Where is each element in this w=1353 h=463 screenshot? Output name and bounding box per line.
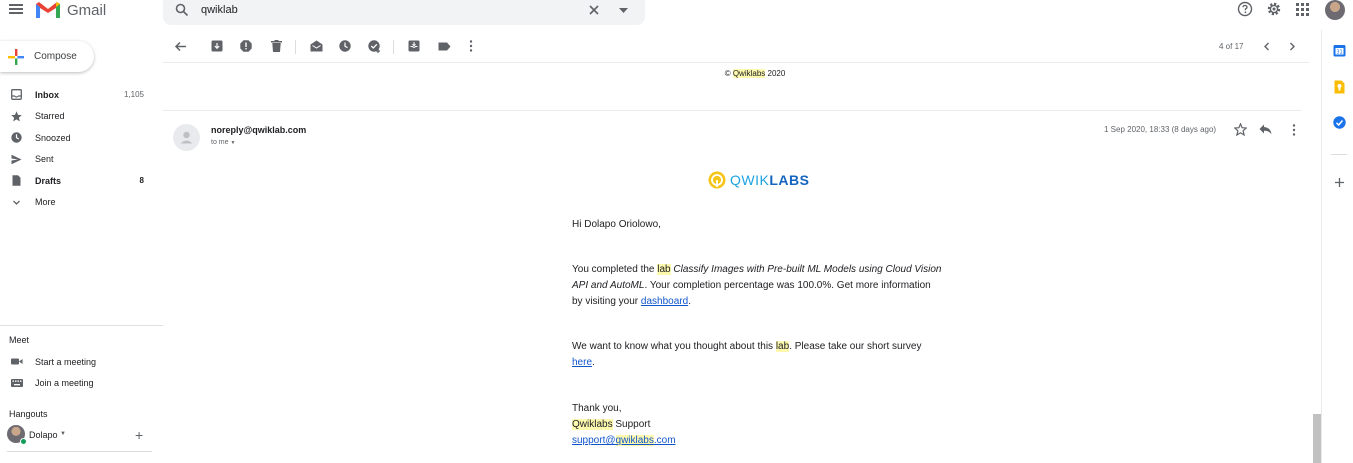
calendar-icon[interactable]: 31: [1333, 44, 1346, 57]
nav-item-starred[interactable]: Starred: [0, 106, 152, 128]
reply-icon[interactable]: [1259, 124, 1272, 135]
nav-count: 1,105: [123, 90, 144, 100]
star-icon: [11, 110, 22, 121]
greeting: Hi Dolapo Oriolowo,: [572, 219, 661, 230]
message-more-icon[interactable]: [1292, 124, 1296, 136]
nav-label: Sent: [35, 154, 54, 165]
newer-chevron-icon[interactable]: [1263, 42, 1270, 51]
clear-search-icon[interactable]: [587, 3, 601, 17]
signature: Qwiklabs Support: [572, 419, 651, 430]
archive-icon[interactable]: [211, 40, 223, 52]
nav-item-drafts[interactable]: Drafts 8: [0, 170, 152, 192]
sender-email[interactable]: noreply@qwiklab.com: [211, 125, 306, 135]
hangouts-status-caret-icon[interactable]: ▼: [60, 431, 66, 437]
toolbar-divider: [295, 40, 296, 54]
move-to-icon[interactable]: [408, 40, 420, 52]
hangouts-user-name[interactable]: Dolapo: [29, 430, 58, 440]
sender-avatar[interactable]: [173, 124, 200, 151]
nav-item-sent[interactable]: Sent: [0, 149, 152, 171]
app-name: Gmail: [67, 1, 107, 19]
completion-paragraph: You completed the lab Classify Images wi…: [572, 264, 942, 307]
toolbar-divider: [393, 40, 394, 54]
pagination-text: 4 of 17: [1219, 42, 1244, 51]
survey-link[interactable]: here: [572, 357, 592, 368]
message-date: 1 Sep 2020, 18:33 (8 days ago): [1104, 125, 1217, 134]
gmail-m-icon: [36, 2, 60, 18]
get-addons-icon[interactable]: [1335, 178, 1344, 187]
add-hangout-icon[interactable]: +: [135, 427, 143, 443]
mailbox-nav: Inbox 1,105 Starred Snoozed Sent Drafts …: [0, 84, 152, 213]
report-spam-icon[interactable]: [240, 40, 252, 52]
apps-grid-icon[interactable]: [1296, 3, 1309, 16]
keyboard-icon: [11, 379, 23, 387]
online-status-dot: [20, 438, 27, 445]
previous-message-footer: © Qwiklabs 2020: [724, 69, 786, 78]
person-icon: [180, 131, 193, 144]
search-options-icon[interactable]: [619, 8, 628, 13]
inbox-icon: [11, 89, 22, 100]
clock-icon: [11, 132, 22, 143]
start-meeting-label: Start a meeting: [35, 357, 97, 367]
recipient-caret-icon[interactable]: ▼: [230, 140, 235, 146]
older-chevron-icon[interactable]: [1289, 42, 1296, 51]
mark-unread-icon[interactable]: [310, 40, 323, 52]
compose-label: Compose: [34, 51, 77, 62]
nav-label: More: [35, 197, 56, 208]
scrollbar-thumb[interactable]: [1313, 414, 1321, 463]
search-icon[interactable]: [175, 3, 189, 17]
start-meeting-item[interactable]: Start a meeting: [0, 352, 152, 372]
star-message-icon[interactable]: [1234, 123, 1247, 136]
nav-count: 8: [139, 176, 144, 186]
join-meeting-label: Join a meeting: [35, 378, 94, 388]
nav-label: Starred: [35, 111, 65, 122]
hangouts-section-title: Hangouts: [9, 409, 48, 419]
gmail-logo[interactable]: Gmail: [35, 0, 106, 20]
side-panel-divider: [1321, 30, 1322, 463]
send-icon: [11, 154, 22, 164]
closing-thanks: Thank you,: [572, 403, 622, 414]
toolbar-divider-line: [163, 62, 1309, 63]
nav-item-more[interactable]: More: [0, 192, 152, 214]
chevron-down-icon: [13, 200, 20, 205]
video-camera-icon: [11, 358, 23, 365]
main-menu-icon[interactable]: [9, 2, 23, 16]
svg-text:31: 31: [1336, 50, 1342, 56]
meet-section-title: Meet: [9, 335, 30, 345]
back-arrow-icon[interactable]: [174, 40, 187, 53]
join-meeting-item[interactable]: Join a meeting: [0, 373, 152, 393]
settings-icon[interactable]: [1266, 1, 1282, 17]
label-icon[interactable]: [438, 42, 451, 51]
account-avatar[interactable]: [1325, 0, 1345, 20]
message-divider: [163, 110, 1301, 111]
survey-paragraph: We want to know what you thought about t…: [572, 341, 922, 368]
tasks-icon[interactable]: [1333, 116, 1346, 129]
search-bar[interactable]: qwiklab: [163, 0, 645, 25]
support-email: support@qwiklabs.com: [572, 433, 942, 449]
add-to-tasks-icon[interactable]: [368, 40, 381, 53]
qwiklabs-logo-icon: [708, 171, 726, 189]
draft-icon: [12, 175, 21, 186]
keep-icon[interactable]: [1334, 80, 1345, 94]
recipient-details[interactable]: to me ▼: [211, 139, 235, 146]
nav-item-inbox[interactable]: Inbox 1,105: [0, 84, 152, 106]
hangouts-divider: [7, 451, 152, 452]
dashboard-link[interactable]: dashboard: [641, 296, 688, 307]
nav-divider: [0, 325, 163, 326]
support-email-link[interactable]: support@qwiklabs.com: [572, 435, 676, 446]
help-icon[interactable]: [1237, 1, 1253, 17]
more-options-icon[interactable]: [469, 40, 473, 52]
snooze-icon[interactable]: [339, 40, 351, 52]
compose-button[interactable]: Compose: [0, 41, 94, 72]
nav-label: Inbox: [35, 89, 59, 100]
compose-plus-icon: [8, 48, 24, 65]
nav-label: Drafts: [35, 175, 62, 186]
search-input[interactable]: qwiklab: [201, 4, 238, 16]
nav-item-snoozed[interactable]: Snoozed: [0, 127, 152, 149]
nav-label: Snoozed: [35, 132, 71, 143]
qwiklabs-logo: QWIK LABS: [708, 171, 809, 189]
side-panel-separator: [1331, 154, 1347, 155]
delete-icon[interactable]: [271, 40, 282, 52]
